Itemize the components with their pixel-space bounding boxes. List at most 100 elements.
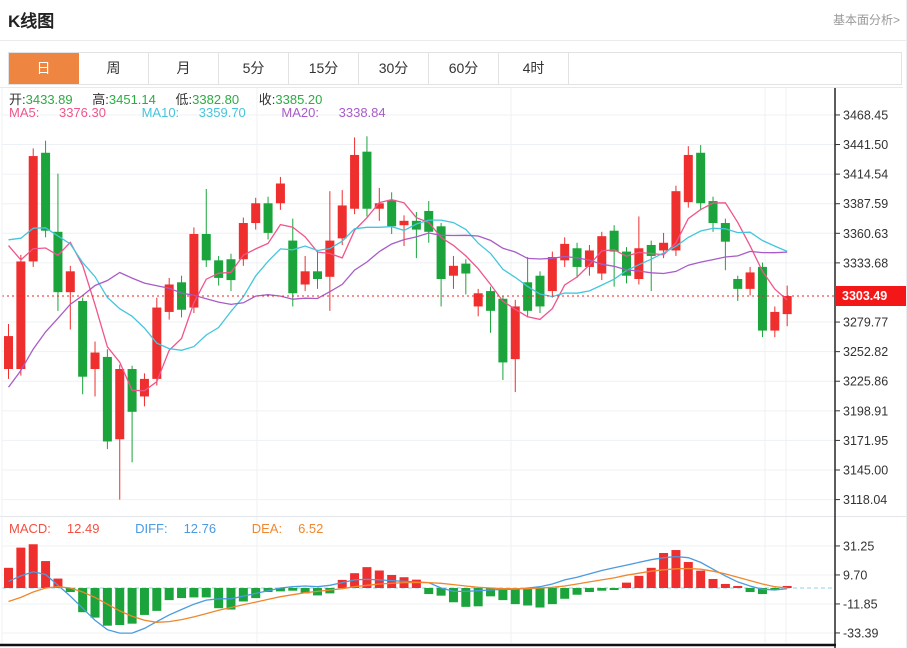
candle: [301, 271, 310, 284]
macd-bar: [709, 579, 718, 588]
candle: [53, 232, 62, 292]
tab-5分[interactable]: 5分: [219, 53, 289, 84]
candle: [362, 152, 371, 209]
candle: [696, 153, 705, 203]
candle: [91, 353, 100, 369]
macd-value: MACD:12.49: [9, 521, 115, 536]
macd-bar: [165, 588, 174, 600]
macd-bar: [177, 588, 186, 598]
candle: [511, 306, 520, 359]
macd-bar: [721, 584, 730, 588]
macd-bar: [696, 571, 705, 588]
macd-bar: [128, 588, 137, 624]
current-price-tag: 3303.49: [836, 286, 907, 306]
header-divider: [0, 40, 907, 41]
macd-bar: [115, 588, 124, 625]
y-axis-label: 3414.54: [843, 168, 888, 182]
candle: [350, 155, 359, 209]
diff-line: [9, 557, 788, 634]
y-axis-label: 3252.82: [843, 345, 888, 359]
macd-axis-label: -33.39: [843, 626, 878, 640]
page-title: K线图: [8, 7, 54, 32]
interval-tab-bar: 日周月5分15分30分60分4时: [8, 52, 902, 85]
tab-30分[interactable]: 30分: [359, 53, 429, 84]
macd-bar: [16, 548, 25, 588]
macd-bar: [103, 588, 112, 626]
macd-bar: [387, 575, 396, 588]
macd-bar: [140, 588, 149, 615]
candle: [226, 259, 235, 280]
macd-axis-label: -11.85: [843, 597, 878, 611]
y-axis-label: 3333.68: [843, 256, 888, 270]
macd-bar: [288, 588, 297, 591]
macd-bar: [511, 588, 520, 604]
macd-bar: [535, 588, 544, 608]
macd-bar: [634, 576, 643, 588]
fundamental-analysis-link[interactable]: 基本面分析>: [833, 11, 900, 28]
candle: [313, 271, 322, 279]
macd-bar: [4, 568, 13, 588]
candle: [29, 156, 38, 261]
macd-bar: [746, 588, 755, 592]
macd-axis-label: 31.25: [843, 539, 874, 553]
macd-bar: [597, 588, 606, 591]
macd-bar: [189, 588, 198, 597]
candle: [66, 271, 75, 292]
kline-page: 3468.453441.503414.543387.593360.633333.…: [0, 0, 907, 648]
candle: [486, 291, 495, 311]
candle: [721, 223, 730, 242]
macd-bar: [338, 580, 347, 588]
candle: [202, 234, 211, 260]
candle: [783, 296, 792, 314]
candle: [264, 203, 273, 233]
macd-bar: [424, 588, 433, 594]
tab-15分[interactable]: 15分: [289, 53, 359, 84]
y-axis-label: 3198.91: [843, 404, 888, 418]
candle: [610, 231, 619, 252]
candle: [684, 155, 693, 202]
tab-月[interactable]: 月: [149, 53, 219, 84]
candle: [746, 272, 755, 288]
ma20-value: MA20: 3338.84: [281, 105, 401, 120]
macd-bar: [91, 588, 100, 618]
tab-日[interactable]: 日: [9, 53, 79, 84]
dea-value: DEA:6.52: [252, 521, 340, 536]
candle: [560, 244, 569, 260]
macd-bar: [239, 588, 248, 601]
macd-bar: [412, 580, 421, 588]
macd-legend: MACD:12.49 DIFF:12.76 DEA:6.52: [9, 521, 355, 536]
candle: [474, 293, 483, 306]
macd-bar: [585, 588, 594, 592]
candle: [498, 299, 507, 363]
candle: [78, 301, 87, 377]
candle: [461, 264, 470, 274]
macd-bar: [548, 588, 557, 604]
tab-4时[interactable]: 4时: [499, 53, 569, 84]
candle: [251, 203, 260, 223]
ma5-value: MA5: 3376.30: [9, 105, 122, 120]
ma10-value: MA10: 3359.70: [142, 105, 262, 120]
y-axis-label: 3360.63: [843, 227, 888, 241]
ma10-line: [9, 220, 788, 350]
y-axis-label: 3387.59: [843, 197, 888, 211]
dea-line: [9, 569, 788, 623]
candle: [733, 279, 742, 289]
macd-bar: [573, 588, 582, 595]
macd-bar: [523, 588, 532, 605]
candle: [41, 153, 50, 231]
candle: [338, 205, 347, 238]
tab-周[interactable]: 周: [79, 53, 149, 84]
candle: [387, 200, 396, 226]
diff-value: DIFF:12.76: [135, 521, 232, 536]
candle: [4, 336, 13, 369]
tab-60分[interactable]: 60分: [429, 53, 499, 84]
macd-bar: [202, 588, 211, 597]
macd-bar: [29, 544, 38, 588]
ma20-line: [9, 233, 788, 387]
y-axis-label: 3468.45: [843, 108, 888, 122]
macd-bar: [560, 588, 569, 599]
y-axis-label: 3118.04: [843, 493, 887, 507]
macd-bar: [610, 588, 619, 590]
macd-bar: [733, 586, 742, 588]
candle: [449, 266, 458, 276]
